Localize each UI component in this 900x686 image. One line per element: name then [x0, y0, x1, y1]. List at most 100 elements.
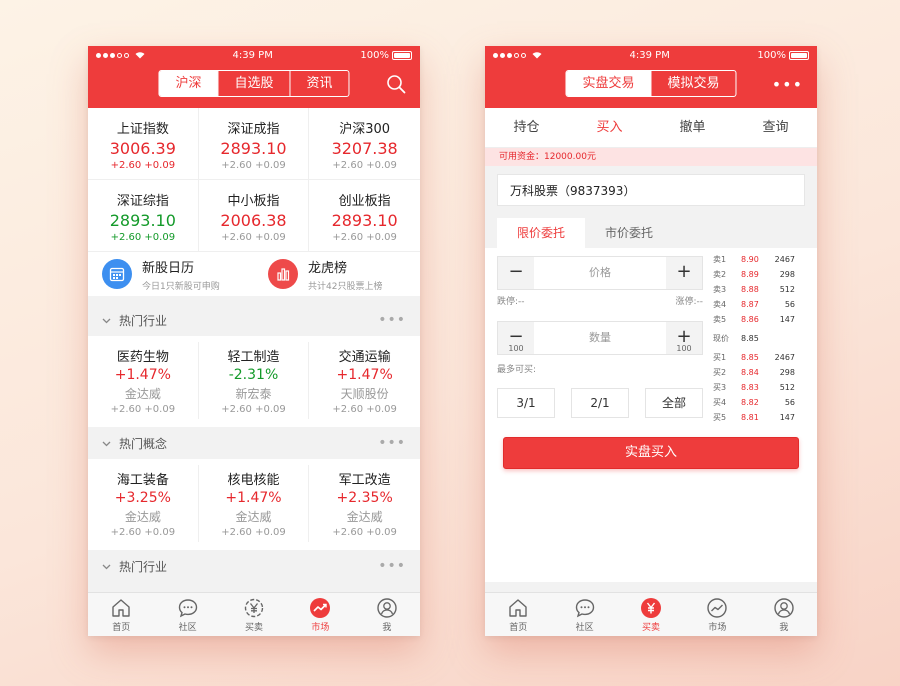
wifi-icon — [135, 52, 145, 59]
tabbar-market[interactable]: 市场 — [287, 593, 353, 636]
more-icon[interactable]: ••• — [378, 312, 406, 328]
bar-chart-icon — [268, 259, 298, 289]
quantity-input[interactable]: 数量 — [534, 322, 666, 354]
tab-watchlist[interactable]: 自选股 — [217, 71, 289, 96]
index-card[interactable]: 中小板指 2006.38 +2.60 +0.09 — [198, 180, 310, 252]
tabbar-me[interactable]: 我 — [751, 593, 817, 636]
bid-price: 8.82 — [741, 398, 759, 407]
tab-market-order[interactable]: 市价委托 — [585, 218, 673, 248]
section-header[interactable]: 热门行业 ••• — [88, 550, 420, 582]
search-icon[interactable] — [386, 74, 406, 94]
battery-icon — [788, 50, 809, 60]
index-value: 2893.10 — [220, 139, 287, 158]
index-value: 2006.38 — [220, 211, 287, 230]
dragon-tiger-shortcut[interactable]: 龙虎榜 共计42只股票上榜 — [254, 252, 420, 296]
tab-news[interactable]: 资讯 — [289, 71, 349, 96]
tab-cancel-order[interactable]: 撤单 — [651, 108, 734, 147]
real-buy-button[interactable]: 实盘买入 — [503, 437, 799, 469]
index-change: +2.60 +0.09 — [110, 160, 176, 171]
tab-query[interactable]: 查询 — [734, 108, 817, 147]
price-minus-button[interactable]: − — [498, 257, 534, 289]
index-card[interactable]: 深证成指 2893.10 +2.60 +0.09 — [198, 108, 310, 180]
tabbar-label: 社区 — [178, 623, 197, 633]
tabbar-me[interactable]: 我 — [354, 593, 420, 636]
more-icon[interactable]: ••• — [772, 75, 803, 94]
sector-card[interactable]: 海工装备 +3.25% 金达威 +2.60 +0.09 — [88, 465, 199, 542]
bid-row: 买1 8.85 2467 — [713, 350, 795, 365]
more-icon[interactable]: ••• — [378, 435, 406, 451]
tabbar-community[interactable]: 社区 — [551, 593, 617, 636]
tabbar-home[interactable]: 首页 — [88, 593, 154, 636]
status-bar: 4:39 PM 100% — [485, 46, 817, 64]
more-icon[interactable]: ••• — [378, 558, 406, 574]
tabbar-trade[interactable]: 买卖 — [221, 593, 287, 636]
sector-card[interactable]: 军工改造 +2.35% 金达威 +2.60 +0.09 — [309, 465, 420, 542]
home-icon — [112, 599, 130, 617]
index-card[interactable]: 深证综指 2893.10 +2.60 +0.09 — [88, 180, 199, 252]
section-title: 热门行业 — [119, 559, 168, 574]
market-screen: 4:39 PM 100% 沪深 自选股 资讯 上证指数 3006.39 +2.6… — [88, 46, 420, 636]
tabbar-market[interactable]: 市场 — [684, 593, 750, 636]
ipo-calendar-shortcut[interactable]: 新股日历 今日1只新股可申购 — [88, 252, 254, 296]
signal-icon — [96, 51, 145, 59]
ask-row: 卖3 8.88 512 — [713, 282, 795, 297]
price-plus-button[interactable]: + — [666, 257, 702, 289]
bid-volume: 512 — [779, 383, 795, 392]
sector-stock: 金达威 — [124, 387, 161, 401]
sector-card[interactable]: 轻工制造 -2.31% 新宏泰 +2.60 +0.09 — [199, 342, 310, 419]
ask-volume: 512 — [779, 285, 795, 294]
sector-card[interactable]: 交通运输 +1.47% 天顺股份 +2.60 +0.09 — [309, 342, 420, 419]
tab-buy[interactable]: 买入 — [568, 108, 651, 147]
ratio-half-button[interactable]: 2/1 — [571, 388, 629, 418]
bid-label: 买5 — [713, 413, 727, 422]
index-card[interactable]: 沪深300 3207.38 +2.60 +0.09 — [309, 108, 420, 180]
ask-label: 卖5 — [713, 315, 727, 324]
current-price: 8.85 — [741, 334, 759, 343]
battery-icon — [391, 50, 412, 60]
sector-change: +2.60 +0.09 — [110, 527, 176, 538]
tab-hushen[interactable]: 沪深 — [159, 71, 218, 96]
index-change: +2.60 +0.09 — [332, 160, 397, 171]
tab-simulated-trade[interactable]: 模拟交易 — [650, 71, 736, 96]
index-change: +2.60 +0.09 — [332, 232, 397, 243]
battery-percent: 100% — [360, 49, 389, 61]
section-header[interactable]: 热门概念 ••• — [88, 427, 420, 459]
tab-bar: 首页 社区 买卖 市场 我 — [88, 592, 420, 636]
battery: 100% — [360, 50, 412, 61]
sector-change: +2.60 +0.09 — [221, 527, 286, 538]
stock-input[interactable]: 万科股票（9837393） — [497, 174, 805, 206]
index-card[interactable]: 创业板指 2893.10 +2.60 +0.09 — [309, 180, 420, 252]
tabbar-home[interactable]: 首页 — [485, 593, 551, 636]
ask-volume: 147 — [779, 315, 795, 324]
sector-card[interactable]: 核电核能 +1.47% 金达威 +2.60 +0.09 — [199, 465, 310, 542]
chevron-down-icon — [102, 564, 111, 569]
tab-limit-order[interactable]: 限价委托 — [497, 218, 585, 248]
max-buy-label: 最多可买: — [497, 365, 537, 375]
tabbar-community[interactable]: 社区 — [154, 593, 220, 636]
price-input[interactable]: 价格 — [534, 257, 666, 289]
tab-real-trade[interactable]: 实盘交易 — [566, 71, 651, 96]
minus-step: 100 — [508, 344, 524, 353]
tabbar-label: 市场 — [311, 623, 330, 633]
ratio-third-button[interactable]: 3/1 — [497, 388, 555, 418]
ratio-all-button[interactable]: 全部 — [645, 388, 703, 418]
index-card[interactable]: 上证指数 3006.39 +2.60 +0.09 — [88, 108, 199, 180]
order-area: 万科股票（9837393） 限价委托 市价委托 — [485, 166, 817, 248]
tabbar-trade[interactable]: 买卖 — [618, 593, 684, 636]
order-type-tabs: 限价委托 市价委托 — [497, 218, 805, 248]
sector-card[interactable]: 医药生物 +1.47% 金达威 +2.60 +0.09 — [88, 342, 199, 419]
app-header: 4:39 PM 100% 沪深 自选股 资讯 — [88, 46, 420, 108]
quantity-minus-button[interactable]: − 100 — [498, 322, 534, 354]
bid-row: 买3 8.83 512 — [713, 380, 795, 395]
bid-price: 8.81 — [741, 413, 759, 422]
index-value: 2893.10 — [109, 211, 176, 230]
index-value: 3207.38 — [331, 139, 398, 158]
sector-change: +2.60 +0.09 — [332, 404, 397, 415]
quantity-plus-button[interactable]: + 100 — [666, 322, 702, 354]
bid-row: 买4 8.82 56 — [713, 395, 795, 410]
index-change: +2.60 +0.09 — [221, 160, 286, 171]
tab-positions[interactable]: 持仓 — [485, 108, 568, 147]
trend-icon — [707, 598, 728, 618]
sector-stock: 天顺股份 — [340, 387, 389, 401]
section-header[interactable]: 热门行业 ••• — [88, 304, 420, 336]
